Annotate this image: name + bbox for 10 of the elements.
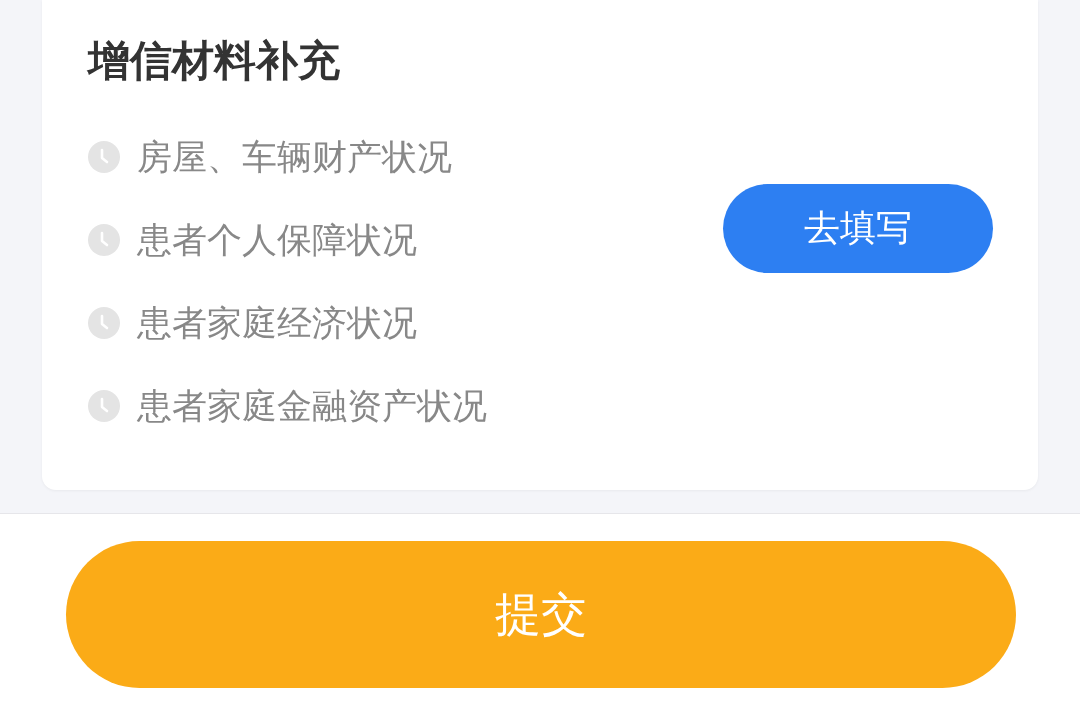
fill-in-button[interactable]: 去填写 <box>723 184 993 273</box>
clock-icon <box>88 223 120 256</box>
material-item: 患者个人保障状况 <box>137 218 417 262</box>
clock-icon <box>88 140 120 173</box>
material-item: 患者家庭金融资产状况 <box>137 384 487 428</box>
material-item: 患者家庭经济状况 <box>137 301 417 345</box>
material-item: 房屋、车辆财产状况 <box>137 135 452 179</box>
card-title: 增信材料补充 <box>88 35 341 87</box>
clock-icon <box>88 389 120 422</box>
clock-icon <box>88 306 120 339</box>
